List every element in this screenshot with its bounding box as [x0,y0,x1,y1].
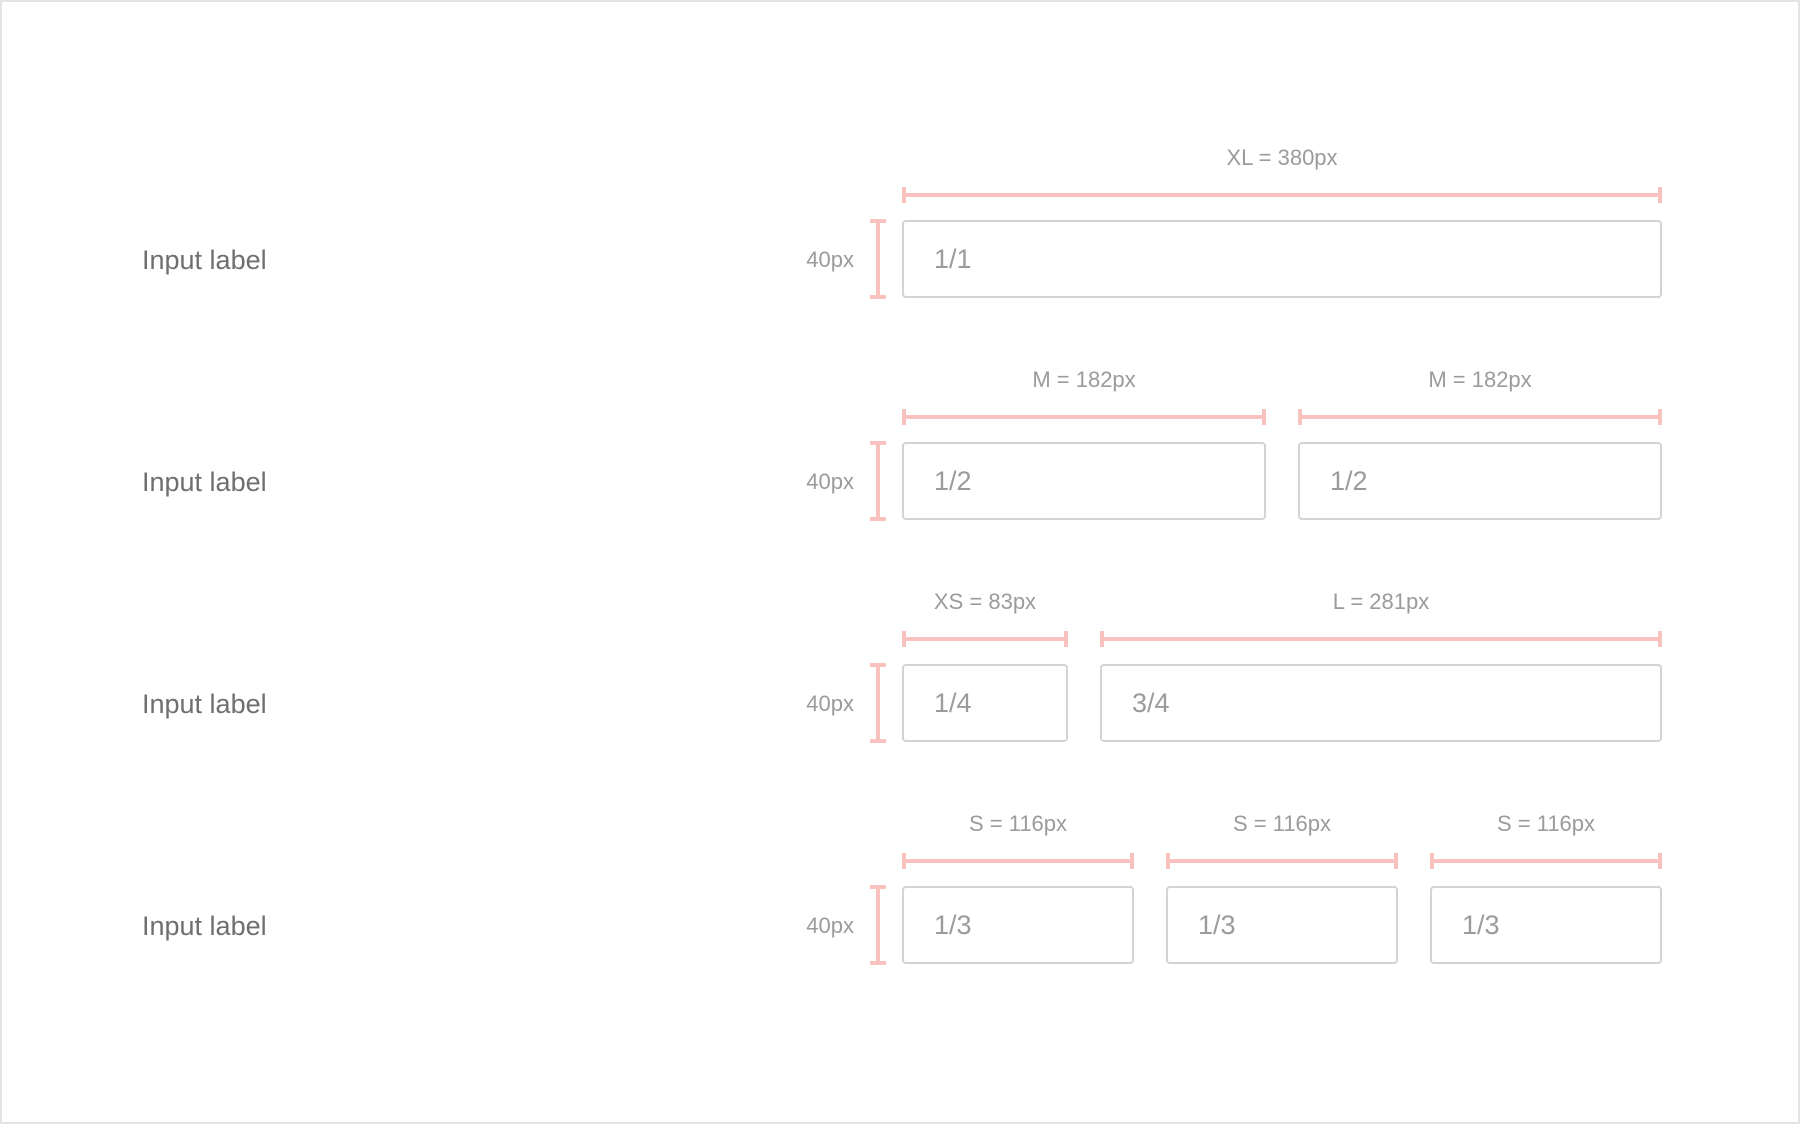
width-measure-bar [1166,853,1398,869]
height-measure-bar [870,663,886,743]
width-annotation: L = 281px [1332,589,1430,614]
text-input-field[interactable]: 1/2 [1298,442,1662,520]
text-input-field[interactable]: 1/2 [902,442,1266,520]
width-measure-bar [1430,853,1662,869]
text-input-field[interactable]: 1/3 [1166,886,1398,964]
height-annotation: 40px [806,469,854,494]
input-label: Input label [142,689,267,719]
width-annotation: S = 116px [1496,811,1596,836]
height-annotation: 40px [806,913,854,938]
input-label: Input label [142,467,267,497]
input-row-thirds: Input label 40px S = 116px 1/3 S = 116px… [2,2,1800,965]
height-annotation: 40px [806,691,854,716]
width-annotation: M = 182px [1428,367,1532,392]
canvas-frame: Input label 40px XL = 380px 1/1 Input la… [0,0,1800,1124]
width-annotation: S = 116px [1232,811,1332,836]
input-label: Input label [142,911,267,941]
text-input-field[interactable]: 1/3 [1430,886,1662,964]
height-measure-bar [870,885,886,965]
width-annotation: XS = 83px [933,589,1037,614]
text-input-field[interactable]: 3/4 [1100,664,1662,742]
width-measure-bar [1298,409,1662,425]
width-annotation: M = 182px [1032,367,1136,392]
width-measure-bar [902,409,1266,425]
text-input-field[interactable]: 1/4 [902,664,1068,742]
width-measure-bar [902,853,1134,869]
width-measure-bar [1100,631,1662,647]
width-measure-bar [902,631,1068,647]
height-measure-bar [870,441,886,521]
text-input-field[interactable]: 1/3 [902,886,1134,964]
width-annotation: S = 116px [968,811,1068,836]
